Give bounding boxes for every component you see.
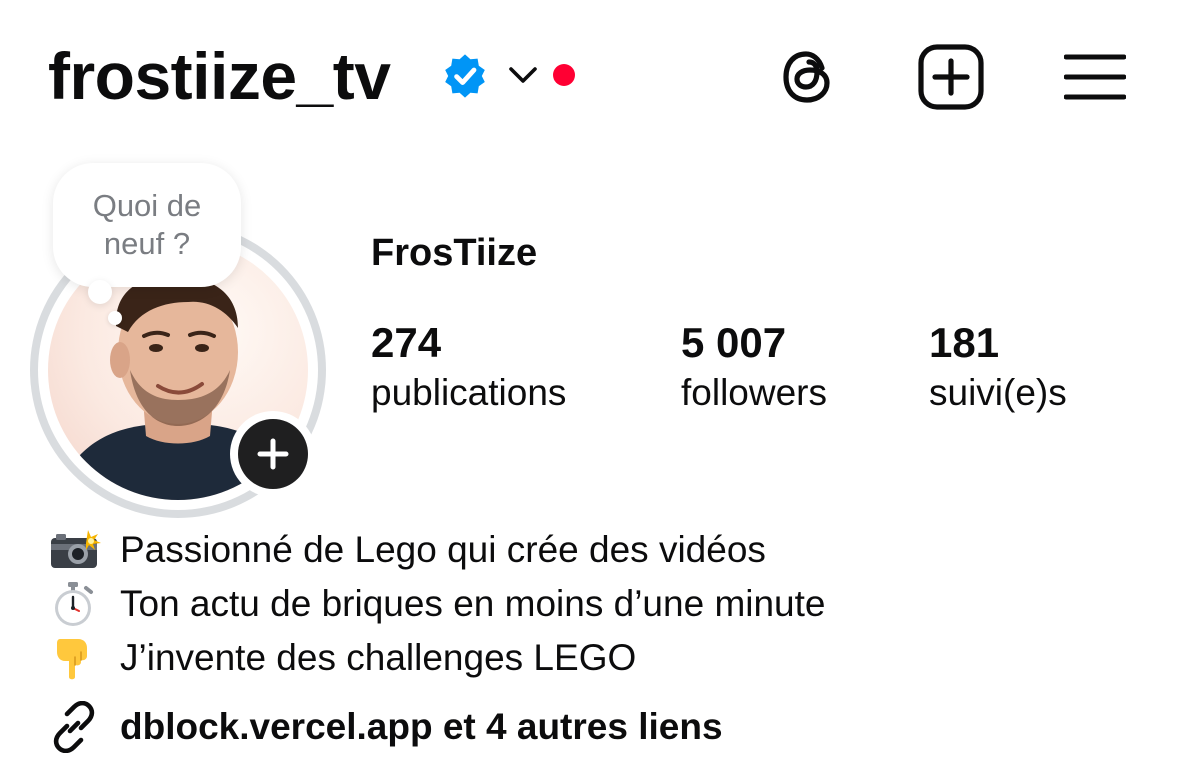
verified-badge-icon (445, 54, 485, 98)
followers-count: 5 007 (681, 319, 787, 366)
menu-button[interactable] (1058, 40, 1132, 114)
bio-text-1: Passionné de Lego qui crée des vidéos (120, 529, 766, 570)
pointing-down-hand-icon (48, 635, 106, 681)
create-button[interactable] (914, 40, 988, 114)
posts-label: publications (371, 372, 567, 413)
posts-stat[interactable]: 274 publications (371, 318, 566, 416)
following-label: suivi(e)s (929, 372, 1067, 413)
camera-flash-icon (48, 527, 106, 573)
notification-dot (553, 64, 575, 86)
note-bubble-tail-small (108, 311, 122, 325)
external-links[interactable]: dblock.vercel.app et 4 autres liens (48, 701, 723, 753)
note-bubble[interactable]: Quoi de neuf ? (53, 163, 241, 287)
create-plus-icon (918, 44, 984, 110)
threads-button[interactable] (770, 40, 844, 114)
threads-icon (783, 51, 830, 103)
menu-icon (1064, 54, 1126, 100)
bio-line: J’invente des challenges LEGO (48, 635, 636, 681)
bio-text-2: Ton actu de briques en moins d’une minut… (120, 583, 826, 624)
bio-text-3: J’invente des challenges LEGO (120, 637, 637, 678)
add-story-button[interactable] (230, 411, 316, 497)
following-count: 181 (929, 319, 1000, 366)
followers-label: followers (681, 372, 827, 413)
chevron-down-icon[interactable] (506, 62, 540, 88)
posts-count: 274 (371, 319, 442, 366)
following-stat[interactable]: 181 suivi(e)s (929, 318, 1067, 416)
note-text-line2: neuf ? (103, 226, 191, 261)
bio-line: Passionné de Lego qui crée des vidéos (48, 527, 766, 573)
plus-icon (257, 438, 289, 470)
external-link-text[interactable]: dblock.vercel.app et 4 autres liens (120, 702, 723, 752)
bio-line: Ton actu de briques en moins d’une minut… (48, 581, 826, 627)
display-name: FrosTiize (371, 232, 538, 274)
link-icon (48, 701, 106, 753)
note-text-line1: Quoi de (92, 188, 202, 223)
followers-stat[interactable]: 5 007 followers (681, 318, 827, 416)
note-bubble-tail (88, 280, 112, 304)
profile-username[interactable]: frostiize_tv (48, 38, 391, 114)
stopwatch-icon (48, 581, 106, 627)
add-story-badge (238, 419, 308, 489)
